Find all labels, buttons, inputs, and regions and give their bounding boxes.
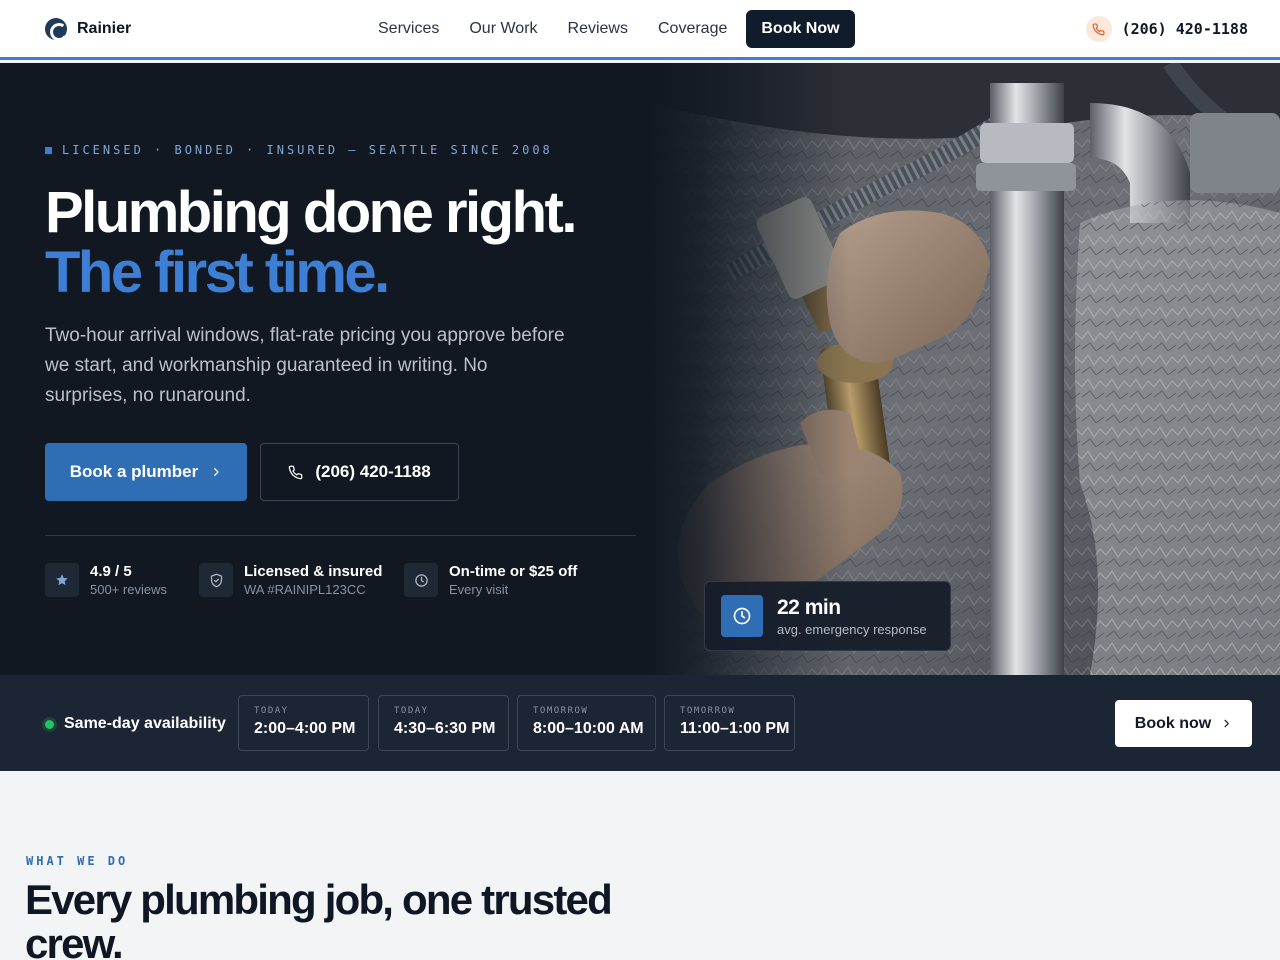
time-slot[interactable]: TODAY 2:00–4:00 PM [238, 695, 369, 751]
time-slot[interactable]: TOMORROW 11:00–1:00 PM [664, 695, 795, 751]
brand-logo-link[interactable]: Rainier [45, 18, 131, 40]
hero-lead: Two-hour arrival windows, flat-rate pric… [45, 325, 565, 406]
time-slot[interactable]: TOMORROW 8:00–10:00 AM [517, 695, 656, 751]
phone-icon [1085, 16, 1112, 42]
shield-check-icon [199, 563, 233, 597]
book-a-plumber-label: Book a plumber [69, 462, 199, 481]
trust-item-rating: 4.9 / 5 500+ reviews [45, 563, 167, 597]
clock-icon [404, 563, 438, 597]
hero-headline-line2: The first time. [45, 240, 390, 305]
availability-bar: Same-day availability TODAY 2:00–4:00 PM… [0, 675, 1280, 771]
nav-phone-link[interactable]: (206) 420-1188 [1085, 16, 1248, 42]
availability-book-now-button[interactable]: Book now [1115, 700, 1252, 747]
availability-book-now-label: Book now [1134, 714, 1212, 732]
nav-link-reviews[interactable]: Reviews [553, 12, 643, 46]
logo-icon [45, 18, 67, 40]
brand-name: Rainier [77, 20, 132, 37]
trust-licensed-title: Licensed & insured [244, 563, 383, 580]
time-slot-day: TODAY [254, 706, 289, 716]
call-phone-button[interactable]: (206) 420-1188 [260, 443, 459, 501]
availability-label: Same-day availability [45, 715, 226, 733]
time-slot-time: 8:00–10:00 AM [533, 720, 644, 737]
time-slot-time: 2:00–4:00 PM [254, 720, 356, 737]
nav-link-coverage[interactable]: Coverage [643, 12, 742, 46]
hero-section: LICENSED · BONDED · INSURED — SEATTLE SI… [0, 63, 1280, 675]
hero-eyebrow-text: LICENSED · BONDED · INSURED — SEATTLE SI… [62, 143, 553, 157]
time-slot-day: TOMORROW [680, 706, 736, 716]
trust-rating-sub: 500+ reviews [90, 582, 167, 597]
phone-icon [289, 465, 303, 479]
top-nav: Rainier Services Our Work Reviews Covera… [0, 0, 1280, 60]
response-time-value: 22 min [777, 595, 841, 619]
hero-divider [45, 535, 636, 536]
nav-links: Services Our Work Reviews Coverage Book … [363, 10, 855, 48]
nav-book-now-button[interactable]: Book Now [746, 10, 855, 48]
services-eyebrow: WHAT WE DO [26, 854, 129, 868]
book-a-plumber-button[interactable]: Book a plumber [45, 443, 247, 501]
clock-icon [721, 595, 763, 637]
services-title: Every plumbing job, one trusted crew. [25, 876, 613, 960]
hero-headline-line1: Plumbing done right. [45, 180, 577, 245]
hero-eyebrow: LICENSED · BONDED · INSURED — SEATTLE SI… [45, 143, 553, 157]
nav-phone-number: (206) 420-1188 [1121, 20, 1248, 38]
status-dot-icon [45, 719, 54, 729]
response-time-card: 22 min avg. emergency response [704, 581, 951, 651]
eyebrow-square-icon [45, 146, 52, 154]
trust-on-time-sub: Every visit [449, 582, 509, 597]
time-slot[interactable]: TODAY 4:30–6:30 PM [378, 695, 509, 751]
chevron-right-icon [1224, 719, 1230, 728]
trust-item-on-time: On-time or $25 off Every visit [404, 563, 577, 597]
time-slot-day: TODAY [394, 706, 429, 716]
star-icon [45, 563, 79, 597]
time-slot-time: 11:00–1:00 PM [680, 720, 790, 737]
trust-item-licensed: Licensed & insured WA #RAINIPL123CC [199, 563, 382, 597]
time-slot-time: 4:30–6:30 PM [394, 720, 496, 737]
hero-headline: Plumbing done right. The first time. [45, 180, 577, 305]
availability-label-text: Same-day availability [64, 715, 226, 732]
nav-link-services[interactable]: Services [363, 12, 454, 46]
call-phone-label: (206) 420-1188 [315, 462, 431, 481]
chevron-right-icon [214, 467, 219, 477]
trust-on-time-title: On-time or $25 off [449, 563, 578, 580]
response-time-label: avg. emergency response [777, 621, 927, 637]
time-slot-day: TOMORROW [533, 706, 589, 716]
trust-licensed-sub: WA #RAINIPL123CC [244, 582, 366, 597]
trust-rating-title: 4.9 / 5 [90, 563, 132, 580]
nav-link-our-work[interactable]: Our Work [454, 12, 552, 46]
